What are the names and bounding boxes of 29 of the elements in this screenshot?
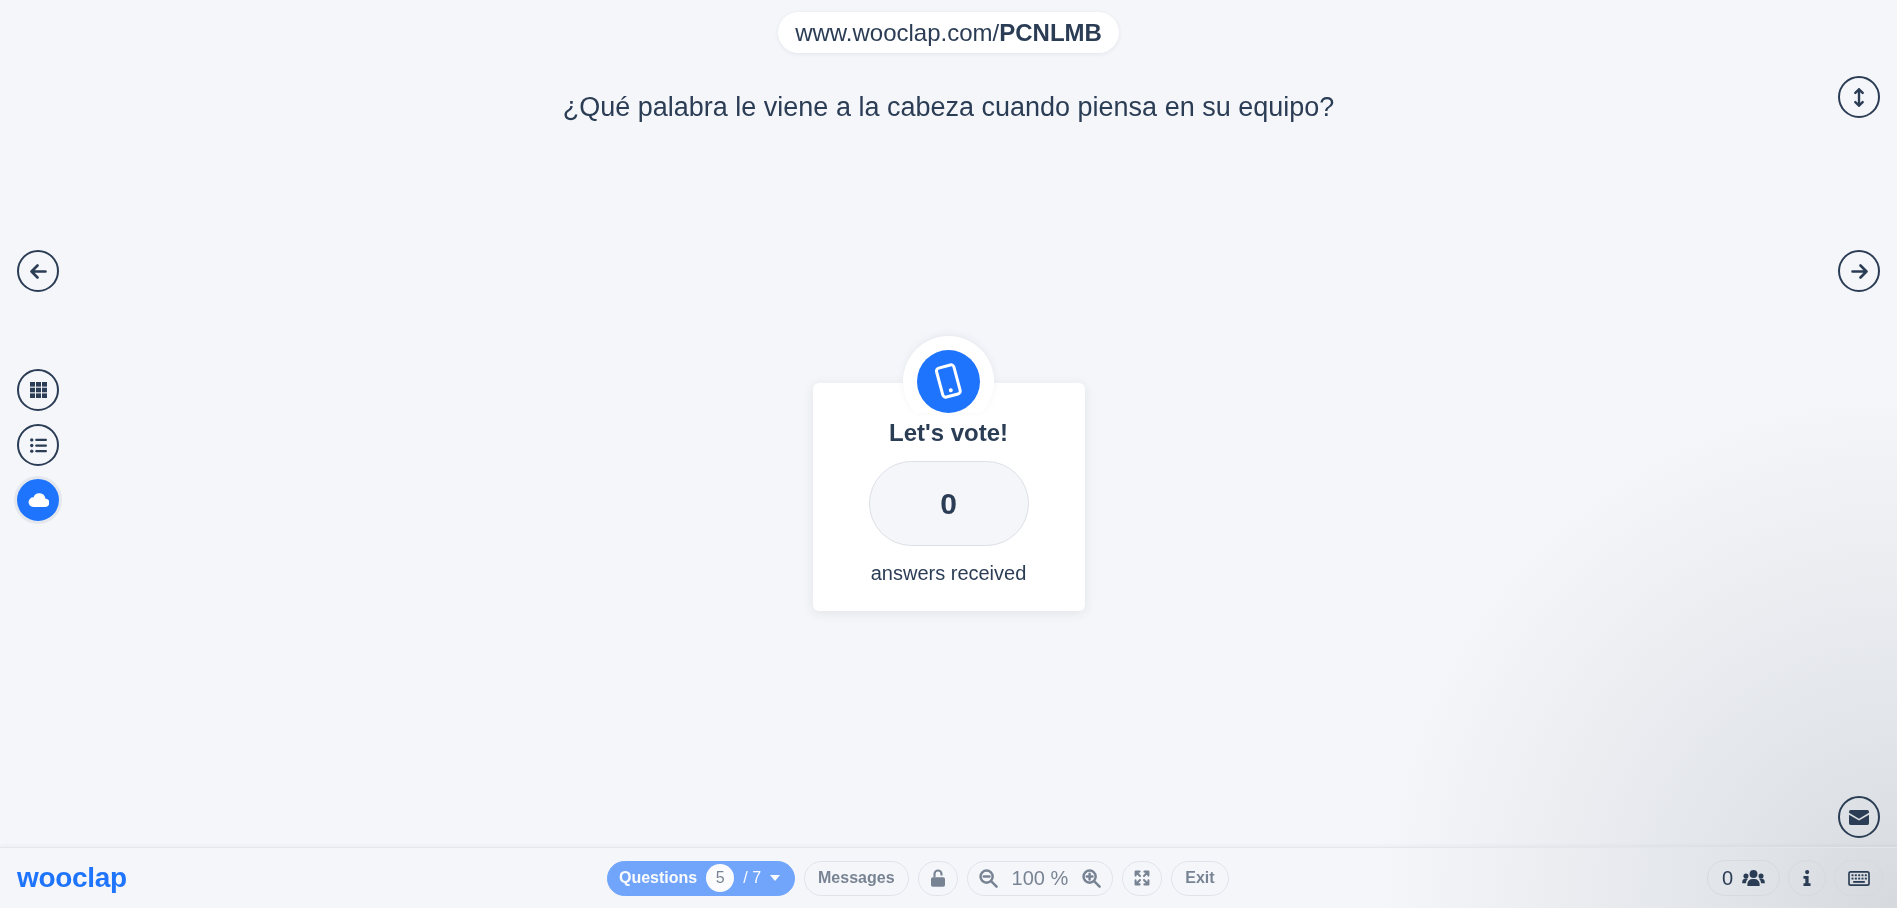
next-button[interactable] <box>1838 250 1880 292</box>
logo-text: wooclap <box>17 861 127 895</box>
arrow-right-icon <box>1850 263 1868 279</box>
grid-view-button[interactable] <box>17 369 59 411</box>
cloud-icon <box>27 493 49 507</box>
question-text: ¿Qué palabra le viene a la cabeza cuando piensa en su equipo? <box>562 91 1335 124</box>
lock-icon <box>930 869 945 887</box>
keyboard-icon <box>1847 870 1870 886</box>
zoom-level: 100 % <box>1011 866 1069 891</box>
vertical-arrows-icon <box>1854 87 1864 107</box>
previous-button[interactable] <box>17 250 59 292</box>
card-title: Let's vote! <box>888 418 1009 448</box>
vertical-resize-button[interactable] <box>1838 76 1880 118</box>
arrow-left-icon <box>29 263 47 279</box>
session-url: www.wooclap.com/PCNLMB <box>778 12 1119 53</box>
list-icon <box>29 437 47 453</box>
question-total: / 7 <box>743 868 762 888</box>
expand-arrows-icon <box>1134 870 1151 886</box>
list-view-button[interactable] <box>17 424 59 466</box>
answer-count: 0 <box>868 461 1029 546</box>
caret-down-icon <box>770 875 781 881</box>
people-icon <box>1742 870 1765 886</box>
question-number-badge: 5 <box>706 864 735 892</box>
grid-icon <box>29 382 47 398</box>
mail-icon <box>1849 809 1869 825</box>
messages-button[interactable] <box>1838 796 1880 838</box>
answers-caption: answers received <box>870 561 1027 586</box>
word-cloud-button[interactable] <box>17 479 59 521</box>
info-icon <box>1803 870 1811 886</box>
